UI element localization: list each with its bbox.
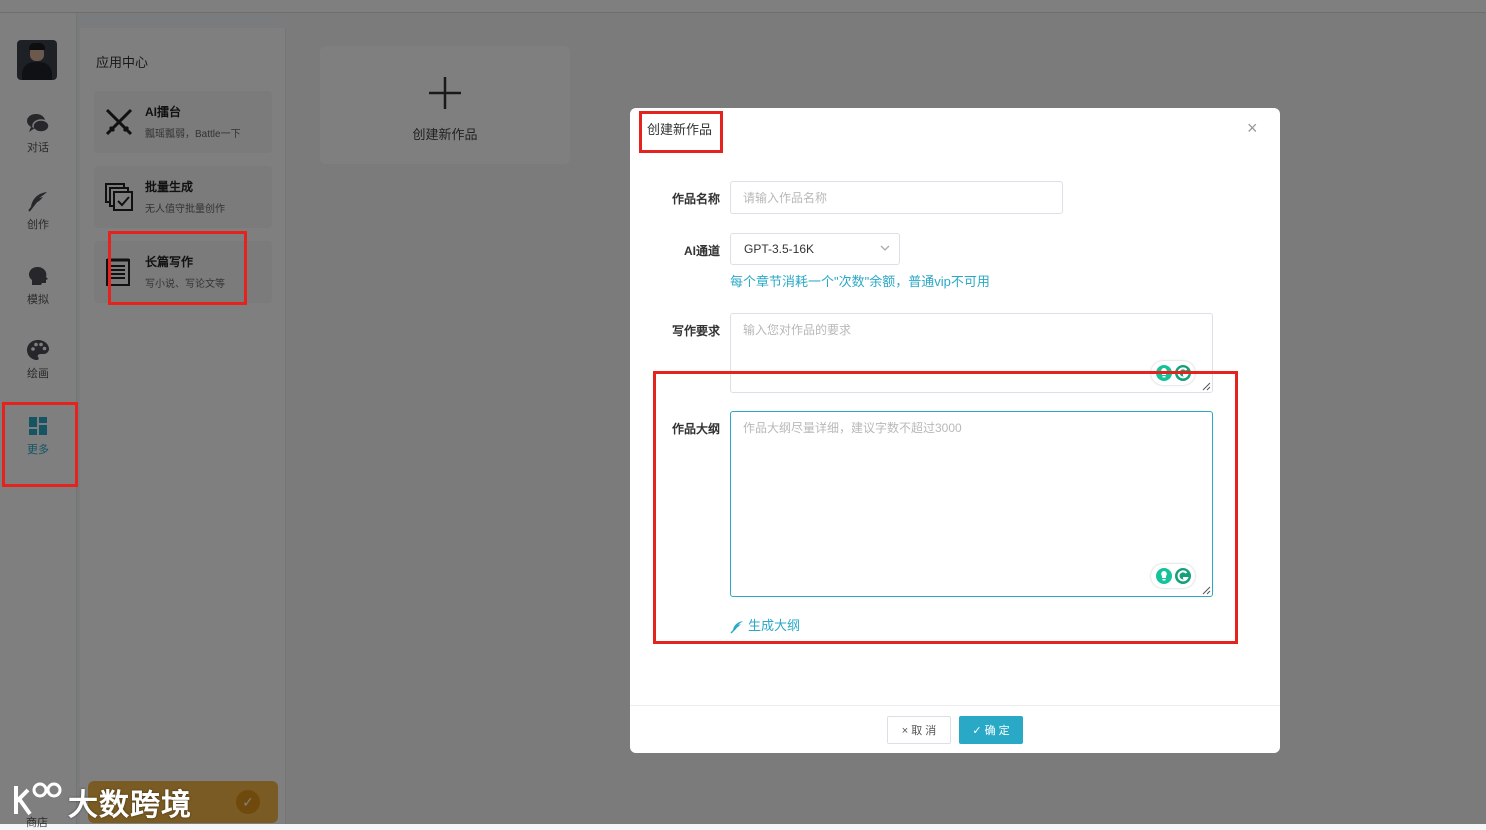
chevron-down-icon	[880, 245, 890, 251]
watermark: 大数跨境	[10, 776, 210, 822]
requirement-field-label: 写作要求	[671, 324, 720, 338]
dialog-footer-divider	[630, 705, 1280, 706]
cancel-button[interactable]: × 取 消	[887, 716, 951, 744]
highlight-box-dialog-title	[639, 111, 723, 153]
close-icon[interactable]: ×	[1247, 118, 1258, 138]
channel-hint: 每个章节消耗一个"次数"余额，普通vip不可用	[730, 274, 990, 289]
selected-channel: GPT-3.5-16K	[744, 242, 815, 256]
highlight-box-more	[2, 402, 78, 487]
watermark-logo-icon	[14, 782, 62, 816]
confirm-button[interactable]: ✓ 确 定	[959, 716, 1023, 744]
close-icon: ×	[901, 725, 912, 737]
highlight-box-long-writing	[108, 231, 247, 305]
highlight-box-outline	[653, 371, 1238, 644]
watermark-text: 大数跨境	[68, 789, 192, 822]
ai-channel-select[interactable]: GPT-3.5-16K	[730, 233, 900, 265]
name-field-label: 作品名称	[671, 192, 720, 206]
check-icon: ✓	[972, 725, 985, 737]
confirm-label: 确 定	[984, 725, 1010, 737]
channel-field-label: AI通道	[683, 244, 720, 258]
cancel-label: 取 消	[911, 725, 937, 737]
work-name-input[interactable]	[730, 181, 1063, 214]
